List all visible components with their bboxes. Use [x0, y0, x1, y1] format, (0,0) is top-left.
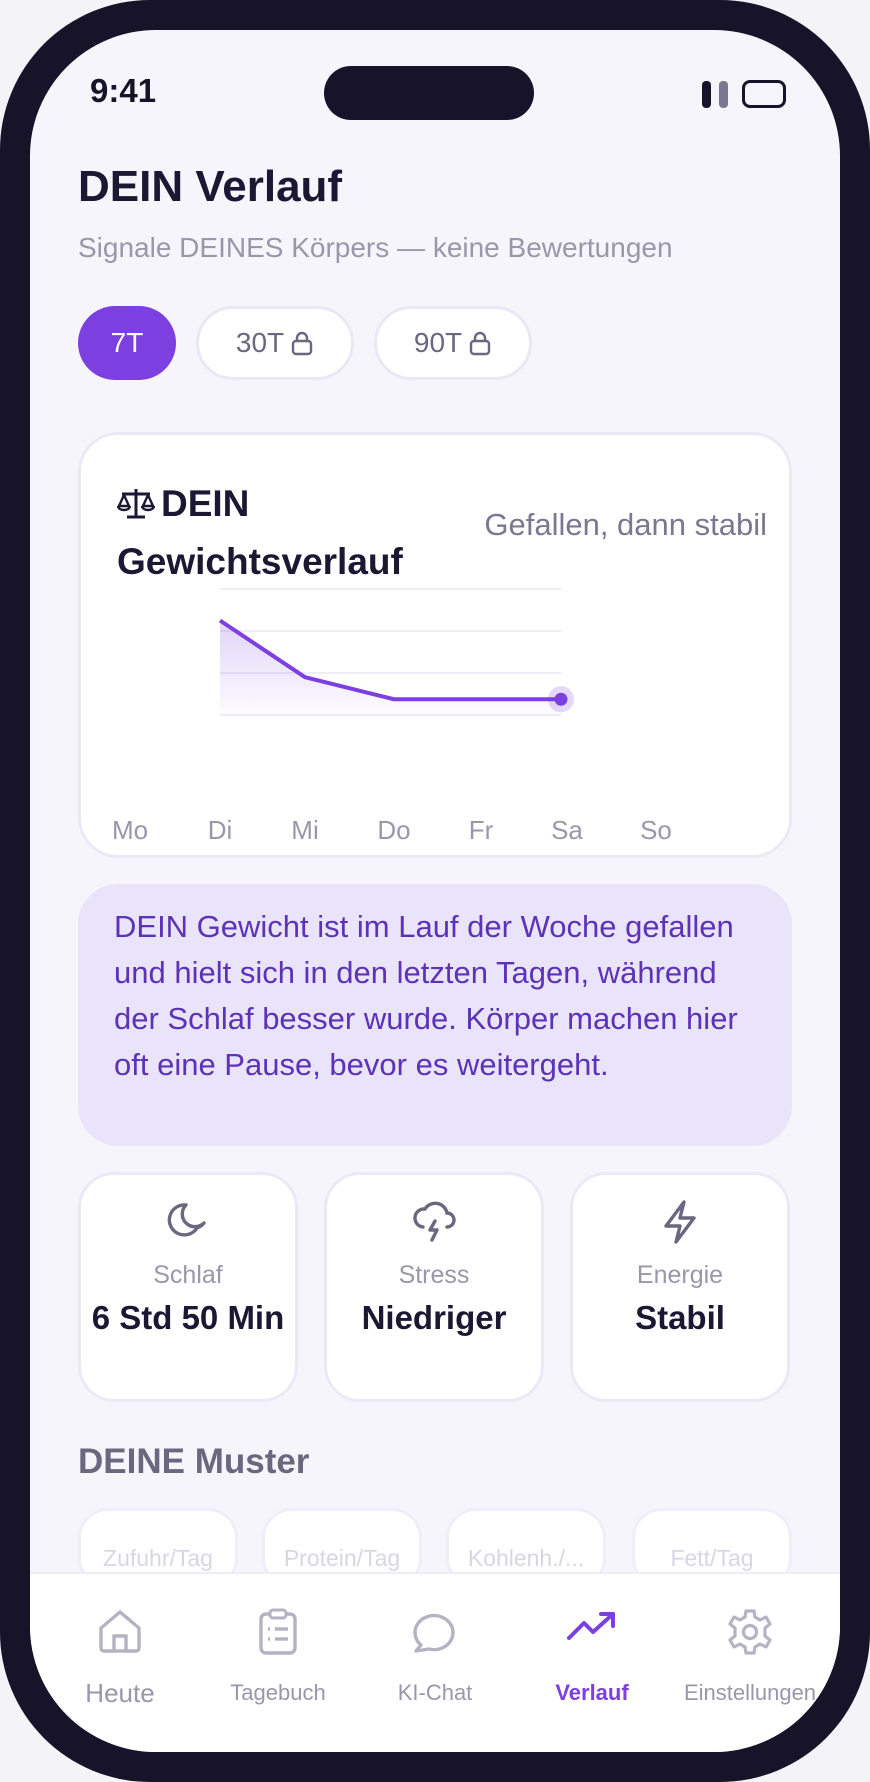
- metric-value: Niedriger: [361, 1299, 507, 1336]
- metric-card-energy[interactable]: Energie Stabil: [570, 1172, 790, 1402]
- gear-icon: [675, 1608, 825, 1661]
- metric-card-stress[interactable]: Stress Niedriger: [324, 1172, 544, 1402]
- metric-card-sleep[interactable]: Schlaf 6 Std 50 Min: [78, 1172, 298, 1402]
- chart-x-tick-label: Fr: [468, 815, 494, 845]
- lock-icon: [291, 331, 313, 356]
- tab-label: Verlauf: [555, 1680, 629, 1705]
- screen: 9:41 DEIN Verlauf Signale DEINES Körpers…: [30, 30, 840, 1752]
- home-icon: [45, 1608, 195, 1659]
- chart-x-tick-label: So: [640, 815, 672, 845]
- chart-point: [554, 692, 568, 706]
- lightning-icon: [573, 1199, 787, 1250]
- metric-label: Schlaf: [153, 1261, 223, 1289]
- patterns-title: DEINE Muster: [78, 1442, 310, 1481]
- dynamic-island: [324, 66, 534, 120]
- battery-icon: [742, 80, 786, 108]
- chart-x-tick-label: Mi: [291, 815, 319, 845]
- page-subtitle: Signale DEINES Körpers — keine Bewertung…: [78, 232, 673, 263]
- chart-x-tick-label: Sa: [551, 815, 583, 845]
- status-icons: [702, 80, 786, 108]
- metric-value: Stabil: [635, 1299, 725, 1336]
- trending-up-icon: [517, 1608, 667, 1649]
- chart-x-tick-label: Do: [377, 815, 411, 845]
- page-title: DEIN Verlauf: [78, 162, 343, 211]
- weight-chart: [218, 588, 574, 716]
- tab-tagebuch[interactable]: Tagebuch: [203, 1574, 353, 1724]
- insight-text: DEIN Gewicht ist im Lauf der Woche gefal…: [78, 884, 792, 1146]
- tab-label: Einstellungen: [683, 1680, 817, 1705]
- metric-label: Stress: [398, 1261, 470, 1289]
- range-pill-7t[interactable]: 7T: [78, 306, 176, 380]
- tab-einstellungen[interactable]: Einstellungen: [675, 1574, 825, 1724]
- signal-icon-dim: [719, 80, 728, 108]
- chat-bubble-icon: [360, 1608, 510, 1659]
- chart-x-tick-label: Mo: [111, 815, 149, 845]
- tab-label: Tagebuch: [230, 1680, 326, 1705]
- range-pill-label: 90T: [413, 327, 463, 358]
- tab-label: KI-Chat: [397, 1680, 473, 1705]
- range-pill-90t[interactable]: 90T: [374, 306, 532, 380]
- storm-cloud-icon: [327, 1199, 541, 1248]
- chart-x-tick-label: Di: [207, 815, 233, 845]
- clipboard-icon: [203, 1608, 353, 1661]
- tab-bar: Heute Tagebuch KI-Chat Verlauf Einstellu…: [30, 1572, 840, 1752]
- range-pill-label: 30T: [235, 327, 285, 358]
- metric-value: 6 Std 50 Min: [91, 1299, 285, 1336]
- tab-heute[interactable]: Heute: [45, 1574, 195, 1724]
- tab-verlauf[interactable]: Verlauf: [517, 1574, 667, 1724]
- lock-icon: [469, 331, 491, 356]
- weight-card[interactable]: DEIN Gewichtsverlauf Gefallen, dann stab…: [78, 432, 792, 858]
- signal-icon: [702, 80, 711, 108]
- range-pill-30t[interactable]: 30T: [196, 306, 354, 380]
- status-time: 9:41: [90, 72, 157, 109]
- tab-ki-chat[interactable]: KI-Chat: [360, 1574, 510, 1724]
- metric-label: Energie: [636, 1261, 724, 1289]
- tab-label: Heute: [85, 1678, 155, 1708]
- moon-icon: [81, 1199, 295, 1248]
- range-pill-label: 7T: [110, 327, 144, 358]
